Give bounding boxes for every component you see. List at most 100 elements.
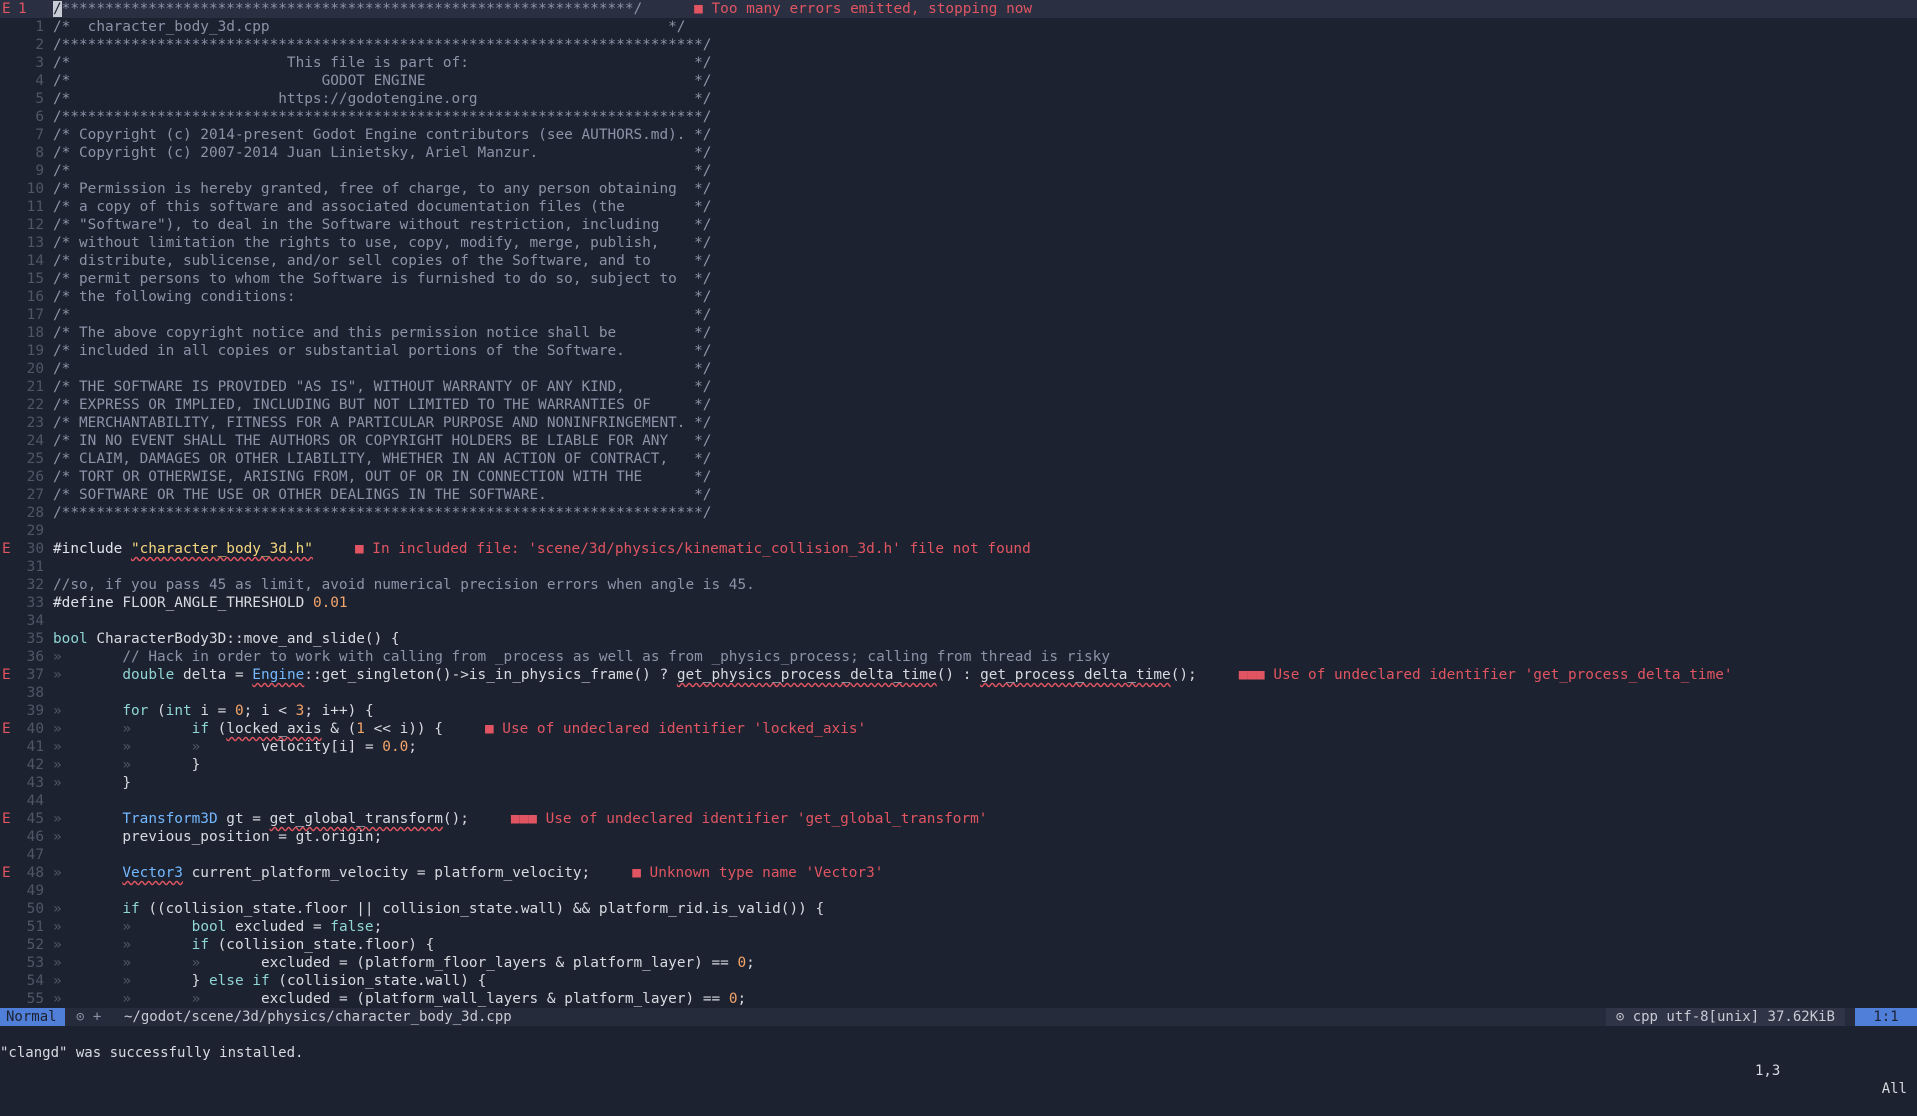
line-number: 46 xyxy=(26,829,44,845)
code-line[interactable]: 27 /* SOFTWARE OR THE USE OR OTHER DEALIN… xyxy=(0,486,1917,504)
code-line[interactable]: 43 » } xyxy=(0,774,1917,792)
code-line[interactable]: 50 » if ((collision_state.floor || collis… xyxy=(0,900,1917,918)
diagnostic-message: ■ In included file: 'scene/3d/physics/ki… xyxy=(355,541,1031,557)
error-marker-icon: ■■■ xyxy=(510,811,537,827)
code-text: /***************************************… xyxy=(53,37,712,53)
code-line[interactable]: 15 /* permit persons to whom the Software… xyxy=(0,270,1917,288)
code-line[interactable]: 22 /* EXPRESS OR IMPLIED, INCLUDING BUT N… xyxy=(0,396,1917,414)
diagnostic-text: Use of undeclared identifier 'get_global… xyxy=(545,811,988,827)
code-text: /* CLAIM, DAMAGES OR OTHER LIABILITY, WH… xyxy=(53,451,712,467)
scroll-percent: All xyxy=(1881,1081,1907,1097)
code-line[interactable]: 7 /* Copyright (c) 2014-present Godot Eng… xyxy=(0,126,1917,144)
code-line[interactable]: 11 /* a copy of this software and associa… xyxy=(0,198,1917,216)
error-sign: E xyxy=(2,541,11,557)
code-text: /* MERCHANTABILITY, FITNESS FOR A PARTIC… xyxy=(53,415,712,431)
code-line[interactable]: 31 xyxy=(0,558,1917,576)
line-number: 17 xyxy=(26,307,44,323)
code-line[interactable]: 20 /* */ xyxy=(0,360,1917,378)
diagnostic-message: ■ Too many errors emitted, stopping now xyxy=(694,1,1032,17)
code-line[interactable]: 55 » » » excluded = (platform_wall_layers… xyxy=(0,990,1917,1008)
code-text: » } xyxy=(53,775,131,791)
code-text: » for (int i = 0; i < 3; i++) { xyxy=(53,703,374,719)
code-line[interactable]: 52 » » if (collision_state.floor) { xyxy=(0,936,1917,954)
code-text: » if ((collision_state.floor || collisio… xyxy=(53,901,825,917)
code-line[interactable]: 12 /* "Software"), to deal in the Softwar… xyxy=(0,216,1917,234)
code-line[interactable]: 51 » » bool excluded = false; xyxy=(0,918,1917,936)
diagnostic-text: In included file: 'scene/3d/physics/kine… xyxy=(372,541,1031,557)
code-line[interactable]: 54 » » } else if (collision_state.wall) { xyxy=(0,972,1917,990)
code-line[interactable]: 13 /* without limitation the rights to us… xyxy=(0,234,1917,252)
code-line[interactable]: E 40 » » if (locked_axis & (1 << i)) {■ Us… xyxy=(0,720,1917,738)
code-line[interactable]: 19 /* included in all copies or substanti… xyxy=(0,342,1917,360)
error-sign: E xyxy=(2,811,11,827)
code-line[interactable]: 26 /* TORT OR OTHERWISE, ARISING FROM, OU… xyxy=(0,468,1917,486)
code-line[interactable]: E 30 #include "character_body_3d.h" ■ In in… xyxy=(0,540,1917,558)
code-line[interactable]: 41 » » » velocity[i] = 0.0; xyxy=(0,738,1917,756)
editor-pane[interactable]: E 1/*************************************… xyxy=(0,0,1917,1008)
code-line[interactable]: 21 /* THE SOFTWARE IS PROVIDED "AS IS", W… xyxy=(0,378,1917,396)
code-line[interactable]: 25 /* CLAIM, DAMAGES OR OTHER LIABILITY, … xyxy=(0,450,1917,468)
line-number: 35 xyxy=(26,631,44,647)
code-line[interactable]: 18 /* The above copyright notice and this… xyxy=(0,324,1917,342)
code-line[interactable]: 6 /**************************************… xyxy=(0,108,1917,126)
code-line[interactable]: 14 /* distribute, sublicense, and/or sell… xyxy=(0,252,1917,270)
code-text: /* SOFTWARE OR THE USE OR OTHER DEALINGS… xyxy=(53,487,712,503)
diagnostic-text: Use of undeclared identifier 'locked_axi… xyxy=(502,721,867,737)
code-line[interactable]: 3 /* This file is part of: */ xyxy=(0,54,1917,72)
line-number: 9 xyxy=(35,163,44,179)
ruler: 1,3 xyxy=(1755,1063,1781,1079)
code-text: » » bool excluded = false; xyxy=(53,919,383,935)
line-number: 19 xyxy=(26,343,44,359)
code-text: /* included in all copies or substantial… xyxy=(53,343,712,359)
line-number: 34 xyxy=(26,613,44,629)
command-line[interactable]: "clangd" was successfully installed. 1,3… xyxy=(0,1026,1917,1097)
code-text: » Transform3D gt = get_global_transform(… xyxy=(53,811,988,827)
code-line[interactable]: 32 //so, if you pass 45 as limit, avoid n… xyxy=(0,576,1917,594)
code-line[interactable]: 24 /* IN NO EVENT SHALL THE AUTHORS OR CO… xyxy=(0,432,1917,450)
code-text: » » » velocity[i] = 0.0; xyxy=(53,739,417,755)
code-line[interactable]: 1 /* character_body_3d.cpp */ xyxy=(0,18,1917,36)
code-text: » » if (locked_axis & (1 << i)) {■ Use o… xyxy=(53,721,867,737)
code-line[interactable]: E 37 » double delta = Engine::get_singleto… xyxy=(0,666,1917,684)
error-marker-icon: ■ xyxy=(632,865,641,881)
line-number: 15 xyxy=(26,271,44,287)
line-number: 14 xyxy=(26,253,44,269)
line-number: 36 xyxy=(26,649,44,665)
code-line[interactable]: 5 /* https://godotengine.org */ xyxy=(0,90,1917,108)
code-text: /* the following conditions: */ xyxy=(53,289,712,305)
code-line[interactable]: 10 /* Permission is hereby granted, free … xyxy=(0,180,1917,198)
error-sign: E xyxy=(2,865,11,881)
code-line[interactable]: 36 » // Hack in order to work with callin… xyxy=(0,648,1917,666)
code-line[interactable]: 34 xyxy=(0,612,1917,630)
code-line[interactable]: 9 /* */ xyxy=(0,162,1917,180)
code-line[interactable]: 17 /* */ xyxy=(0,306,1917,324)
code-text: » » if (collision_state.floor) { xyxy=(53,937,435,953)
code-line[interactable]: 42 » » } xyxy=(0,756,1917,774)
code-line[interactable]: 33 #define FLOOR_ANGLE_THRESHOLD 0.01 xyxy=(0,594,1917,612)
line-number: 21 xyxy=(26,379,44,395)
code-line[interactable]: 49 xyxy=(0,882,1917,900)
diagnostic-text: Too many errors emitted, stopping now xyxy=(711,1,1033,17)
code-line[interactable]: E 1 /*************************************… xyxy=(0,0,1917,18)
code-line[interactable]: 53 » » » excluded = (platform_floor_layer… xyxy=(0,954,1917,972)
code-text: /* TORT OR OTHERWISE, ARISING FROM, OUT … xyxy=(53,469,712,485)
code-line[interactable]: 28 /*************************************… xyxy=(0,504,1917,522)
line-number: 39 xyxy=(26,703,44,719)
error-marker-icon: ■ xyxy=(484,721,494,737)
code-line[interactable]: 4 /* GODOT ENGINE */ xyxy=(0,72,1917,90)
code-line[interactable]: 47 xyxy=(0,846,1917,864)
code-line[interactable]: 8 /* Copyright (c) 2007-2014 Juan Liniets… xyxy=(0,144,1917,162)
code-line[interactable]: 16 /* the following conditions: */ xyxy=(0,288,1917,306)
code-line[interactable]: 29 xyxy=(0,522,1917,540)
code-line[interactable]: 2 /**************************************… xyxy=(0,36,1917,54)
error-sign: E xyxy=(2,667,11,683)
code-text: /* GODOT ENGINE */ xyxy=(53,73,712,89)
code-line[interactable]: E 45 » Transform3D gt = get_global_transfo… xyxy=(0,810,1917,828)
code-line[interactable]: 23 /* MERCHANTABILITY, FITNESS FOR A PART… xyxy=(0,414,1917,432)
code-line[interactable]: 38 xyxy=(0,684,1917,702)
code-line[interactable]: 46 » previous_position = gt.origin; xyxy=(0,828,1917,846)
code-line[interactable]: 44 xyxy=(0,792,1917,810)
code-line[interactable]: E 48 » Vector3 current_platform_velocity =… xyxy=(0,864,1917,882)
code-line[interactable]: 35 bool CharacterBody3D::move_and_slide()… xyxy=(0,630,1917,648)
code-line[interactable]: 39 » for (int i = 0; i < 3; i++) { xyxy=(0,702,1917,720)
